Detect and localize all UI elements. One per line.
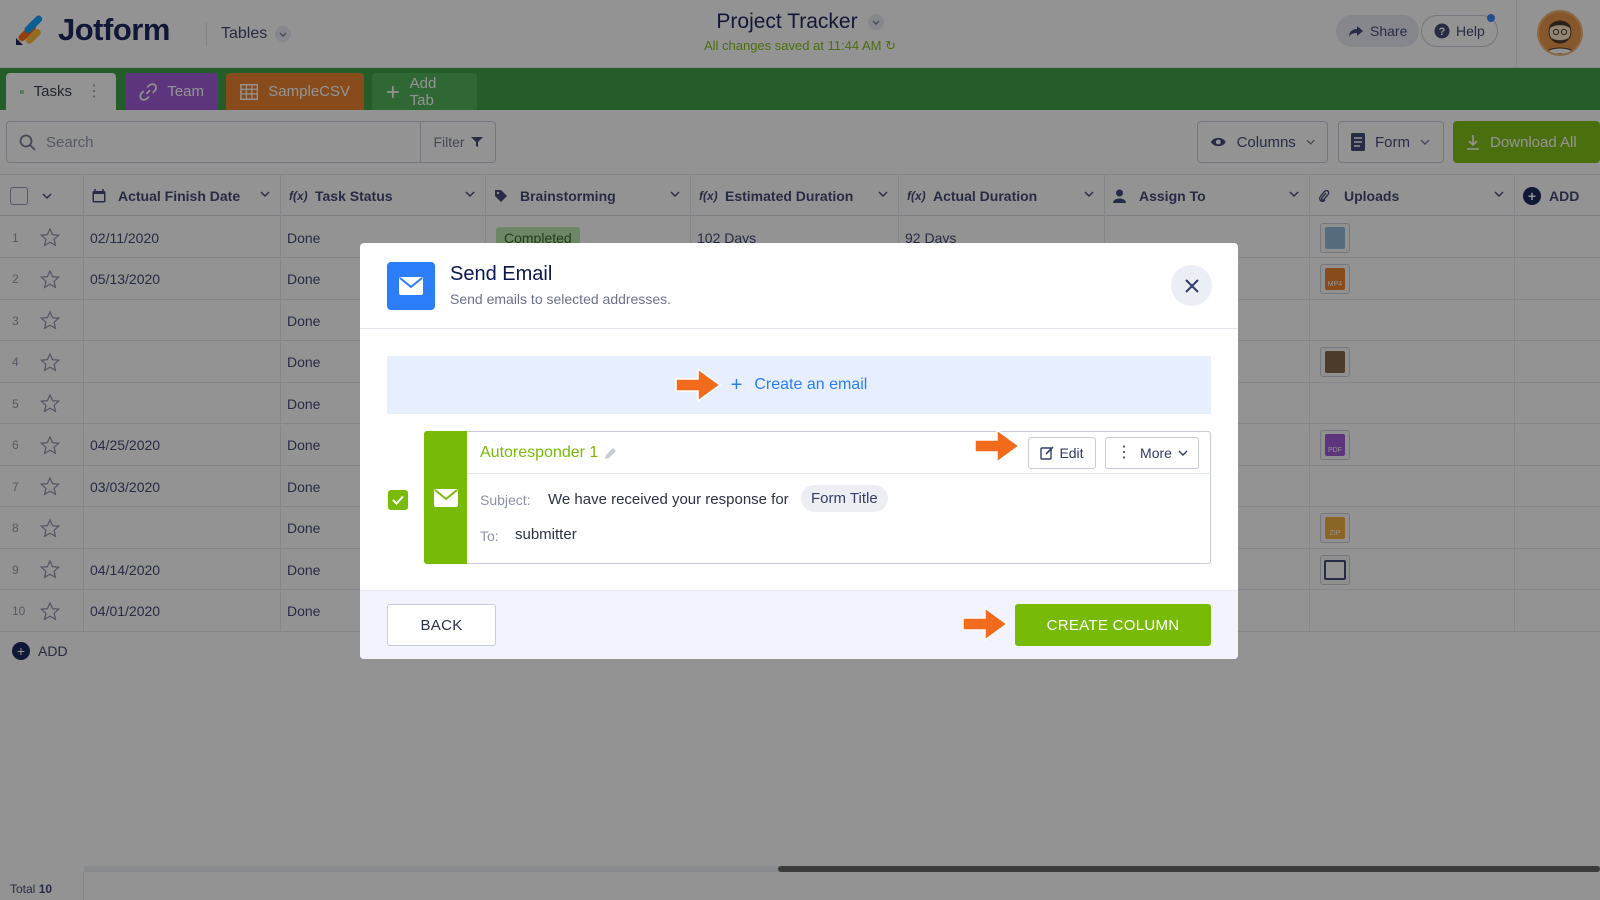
autoresponder-card: Autoresponder 1 Edit ⋮ More Subject: We …: [424, 431, 1211, 564]
divider: [467, 473, 1211, 474]
close-button[interactable]: [1171, 265, 1212, 306]
send-email-modal: Send Email Send emails to selected addre…: [360, 243, 1238, 659]
form-title-tag: Form Title: [801, 485, 888, 512]
autoresponder-name[interactable]: Autoresponder 1: [480, 444, 617, 462]
modal-title: Send Email: [450, 263, 553, 285]
create-email-label: Create an email: [754, 376, 868, 393]
autoresponder-checkbox[interactable]: [388, 490, 408, 510]
plus-icon: +: [730, 373, 743, 396]
vertical-dots-icon: ⋮: [1116, 444, 1133, 461]
edit-icon: [1040, 446, 1055, 460]
create-column-button[interactable]: CREATE COLUMN: [1015, 604, 1211, 646]
subject-label: Subject:: [480, 492, 531, 508]
modal-header: Send Email Send emails to selected addre…: [360, 243, 1238, 329]
chevron-down-icon: [1178, 450, 1188, 456]
pointer-arrow-icon: [974, 428, 1021, 464]
back-button[interactable]: BACK: [387, 604, 496, 646]
subject-text: We have received your response for: [548, 491, 789, 508]
checkmark-icon: [392, 495, 404, 505]
pencil-icon[interactable]: [604, 447, 617, 460]
to-label: To:: [480, 528, 499, 544]
recipient-text: submitter: [515, 526, 577, 543]
pointer-arrow-icon: [675, 367, 722, 403]
envelope-icon: [387, 262, 435, 310]
close-icon: [1184, 278, 1199, 293]
more-dropdown[interactable]: ⋮ More: [1105, 437, 1199, 469]
create-email-button[interactable]: + Create an email: [387, 356, 1211, 414]
more-label: More: [1140, 445, 1172, 461]
pointer-arrow-icon: [962, 606, 1009, 642]
edit-button[interactable]: Edit: [1028, 437, 1096, 469]
modal-footer: BACK CREATE COLUMN: [360, 590, 1238, 659]
modal-subtitle: Send emails to selected addresses.: [450, 291, 672, 307]
edit-label: Edit: [1059, 445, 1084, 461]
envelope-icon: [424, 431, 467, 564]
